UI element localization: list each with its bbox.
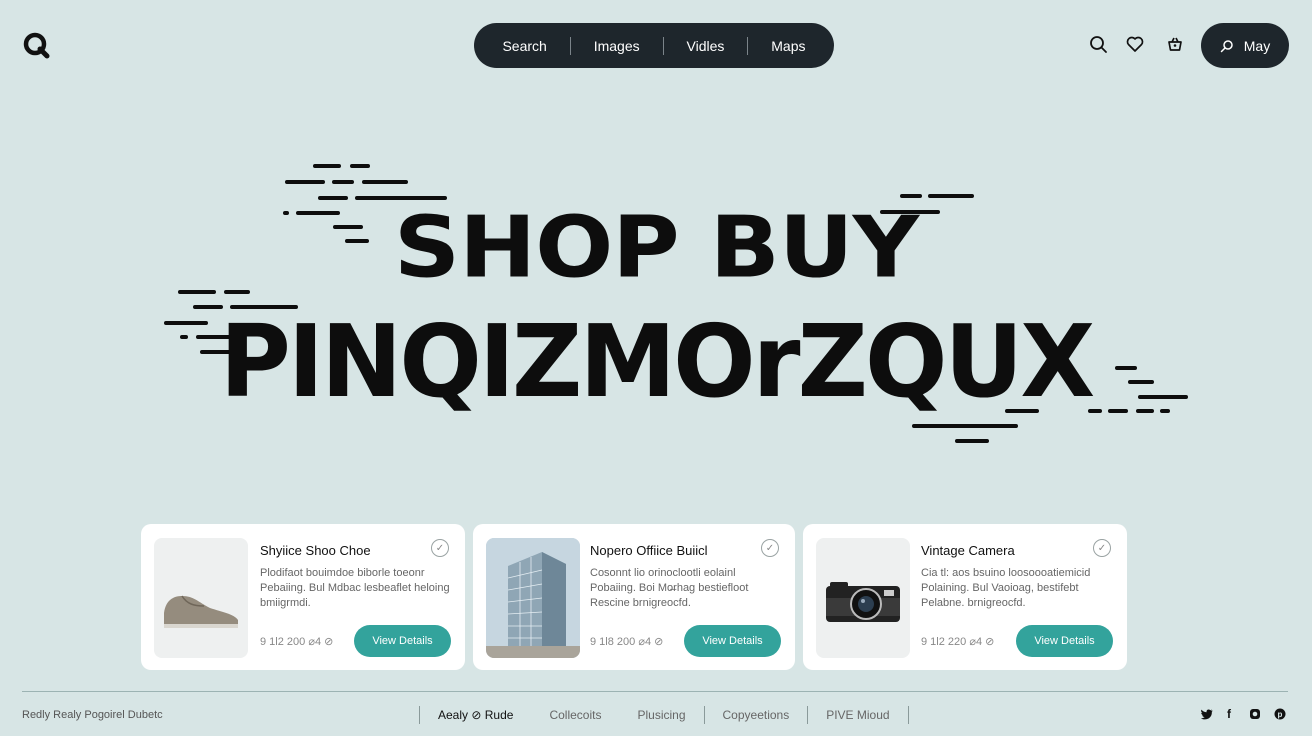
speed-line	[313, 164, 341, 168]
nav-images[interactable]: Images	[580, 38, 654, 54]
footer-copyright: Redly Realy Pogoirel Dubetc	[22, 709, 163, 721]
nav-divider	[662, 36, 664, 55]
product-title[interactable]: Nopero Offiice Buiicl	[590, 543, 708, 558]
hero-headline-1: SHOP BUY	[393, 198, 919, 297]
footer-link[interactable]: Collecoits	[531, 708, 619, 722]
view-details-button[interactable]: View Details	[1016, 625, 1113, 657]
product-description: Cia tl: aos bsuino loosoooatiemicid Pola…	[921, 567, 1091, 609]
nav-videos[interactable]: Vidles	[673, 38, 739, 54]
basket-icon[interactable]	[1165, 34, 1185, 54]
user-menu-button[interactable]: May	[1201, 23, 1289, 68]
speed-line	[928, 194, 974, 198]
footer-nav: Aealy ⊘ Rude Collecoits Plusicing Copyee…	[419, 705, 909, 725]
speed-line	[332, 180, 354, 184]
speed-line	[912, 424, 1018, 428]
footer-link[interactable]: Copyeetions	[705, 708, 808, 722]
speed-line	[350, 164, 370, 168]
product-image-shoe[interactable]	[154, 538, 248, 658]
q-logo-icon[interactable]	[22, 30, 52, 60]
facebook-icon[interactable]: f	[1222, 707, 1236, 721]
product-title[interactable]: Vintage Camera	[921, 543, 1015, 558]
product-card[interactable]: Shyiice Shoo Choe ✓ Plodifaot bouimdoe b…	[141, 524, 465, 670]
search-icon	[1220, 39, 1233, 52]
speed-line	[193, 305, 223, 309]
nav-divider	[747, 36, 749, 55]
nav-divider	[569, 36, 571, 55]
product-card[interactable]: Nopero Offiice Buiicl ✓ Cosonnt lio orin…	[473, 524, 795, 670]
product-meta: 9 1l8 200 ⌀4 ⊘	[590, 636, 664, 648]
main-nav: Search Images Vidles Maps	[474, 23, 834, 68]
search-icon[interactable]	[1088, 34, 1108, 54]
product-image-building[interactable]	[486, 538, 580, 658]
footer-divider	[22, 691, 1288, 692]
product-meta: 9 1l2 200 ⌀4 ⊘	[260, 636, 334, 648]
heart-icon[interactable]	[1125, 34, 1145, 54]
check-icon[interactable]: ✓	[431, 539, 449, 557]
nav-maps[interactable]: Maps	[757, 38, 819, 54]
nav-search[interactable]: Search	[488, 38, 560, 54]
instagram-icon[interactable]	[1248, 707, 1262, 721]
product-meta: 9 1l2 220 ⌀4 ⊘	[921, 636, 995, 648]
speed-line	[955, 439, 989, 443]
view-details-button[interactable]: View Details	[354, 625, 451, 657]
hero-headline-2: PINQIZMOrZQUX	[219, 303, 1096, 420]
speed-line	[285, 180, 325, 184]
view-details-button[interactable]: View Details	[684, 625, 781, 657]
speed-line	[362, 180, 408, 184]
page: Search Images Vidles Maps May SHOP BUY P…	[0, 0, 1312, 736]
speed-line	[318, 196, 348, 200]
footer-link[interactable]: PIVE Mioud	[808, 708, 907, 722]
hero: SHOP BUY PINQIZMOrZQUX	[0, 150, 1312, 450]
product-description: Cosonnt lio orinoclootli eolainl Pobaiin…	[590, 567, 749, 609]
product-description: Plodifaot bouimdoe biborle toeonr Pebaii…	[260, 567, 450, 609]
speed-line	[178, 290, 216, 294]
pinterest-icon[interactable]: p	[1273, 707, 1287, 721]
product-image-camera[interactable]	[816, 538, 910, 658]
footer-link[interactable]: Aealy ⊘ Rude	[420, 708, 531, 722]
user-name: May	[1243, 37, 1271, 54]
footer-divider	[907, 706, 909, 724]
footer-link[interactable]: Plusicing	[619, 708, 703, 722]
check-icon[interactable]: ✓	[1093, 539, 1111, 557]
product-card[interactable]: Vintage Camera ✓ Cia tl: aos bsuino loos…	[803, 524, 1127, 670]
twitter-icon[interactable]	[1200, 707, 1214, 721]
speed-line	[224, 290, 250, 294]
check-icon[interactable]: ✓	[761, 539, 779, 557]
svg-text:p: p	[1278, 710, 1283, 719]
product-title[interactable]: Shyiice Shoo Choe	[260, 543, 371, 558]
